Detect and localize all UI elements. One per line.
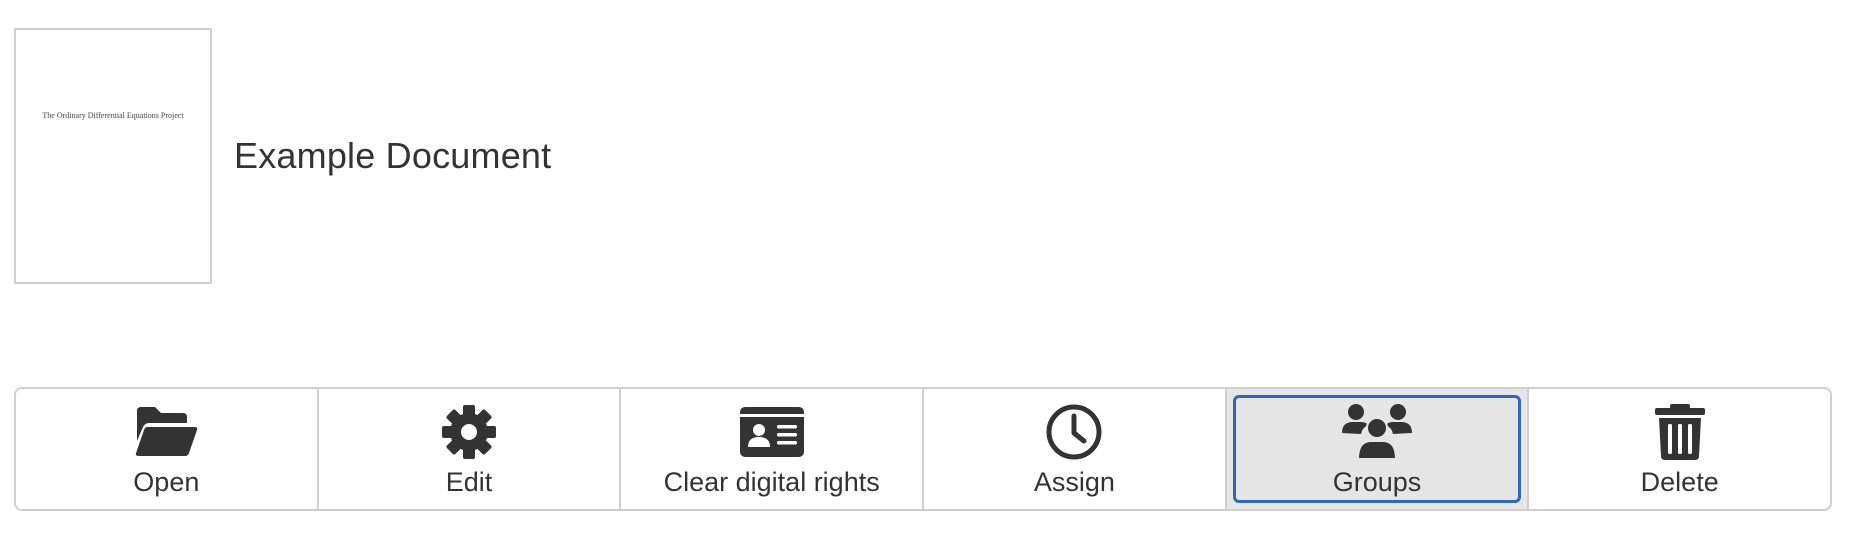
- clear-digital-rights-button[interactable]: Clear digital rights: [621, 389, 925, 509]
- edit-label: Edit: [445, 467, 493, 497]
- document-title: Example Document: [234, 135, 552, 176]
- assign-button[interactable]: Assign: [924, 389, 1227, 509]
- groups-button[interactable]: Groups: [1226, 389, 1530, 509]
- clear-digital-rights-label: Clear digital rights: [663, 467, 880, 497]
- folder-open-icon: [133, 403, 199, 461]
- id-card-icon: [739, 403, 805, 461]
- edit-button[interactable]: Edit: [318, 389, 622, 509]
- action-toolbar: Open Edit Clear digital rights Assign Gr…: [14, 387, 1832, 511]
- open-label: Open: [133, 467, 200, 497]
- open-button[interactable]: Open: [16, 389, 319, 509]
- delete-label: Delete: [1640, 467, 1719, 497]
- gear-icon: [441, 403, 497, 461]
- thumbnail-text: The Ordinary Differential Equations Proj…: [42, 111, 184, 120]
- document-header: The Ordinary Differential Equations Proj…: [14, 28, 551, 284]
- trash-icon: [1654, 403, 1706, 461]
- document-thumbnail[interactable]: The Ordinary Differential Equations Proj…: [14, 28, 212, 284]
- assign-label: Assign: [1033, 467, 1115, 497]
- delete-button[interactable]: Delete: [1529, 389, 1830, 509]
- users-icon: [1341, 403, 1413, 461]
- groups-label: Groups: [1332, 467, 1422, 497]
- clock-icon: [1045, 403, 1103, 461]
